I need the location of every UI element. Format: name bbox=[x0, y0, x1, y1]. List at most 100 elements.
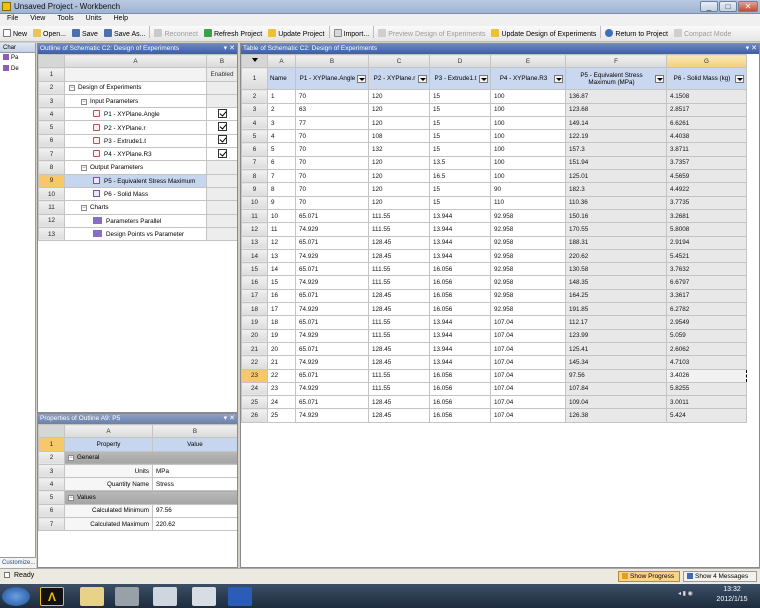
doe-cell[interactable]: 70 bbox=[295, 89, 369, 104]
doe-cell[interactable]: 16 bbox=[267, 288, 296, 304]
doe-cell[interactable]: 170.55 bbox=[565, 222, 667, 237]
outline-row[interactable]: 2− Design of Experiments bbox=[38, 80, 237, 95]
preview-doe-button[interactable]: Preview Design of Experiments bbox=[375, 28, 488, 42]
doe-cell[interactable]: 70 bbox=[295, 142, 369, 157]
doe-cell[interactable]: 74.929 bbox=[295, 248, 369, 264]
doe-cell[interactable]: 132 bbox=[368, 142, 430, 157]
filter-dropdown-icon[interactable] bbox=[418, 74, 427, 83]
collapse-toggle-icon[interactable]: − bbox=[68, 495, 74, 502]
design-point-row[interactable]: 23 22 65.071 111.55 16.056 107.04 97.56 3.4026 bbox=[241, 368, 747, 383]
property-row[interactable]: 5− Values bbox=[38, 490, 237, 505]
design-point-row[interactable]: 15 14 65.071 111.55 16.056 92.958 130.58 3.7632 bbox=[241, 262, 747, 277]
doe-cell[interactable]: 16.056 bbox=[429, 395, 491, 410]
doe-cell[interactable]: 13.5 bbox=[429, 155, 491, 171]
outline-label-cell[interactable]: Parameters Parallel bbox=[64, 213, 207, 228]
column-header-d[interactable]: D bbox=[429, 53, 491, 69]
param-header[interactable]: P5 - Equivalent Stress Maximum (MPa) bbox=[565, 67, 667, 91]
doe-cell[interactable]: 65.071 bbox=[295, 262, 369, 277]
doe-cell[interactable]: 100 bbox=[490, 115, 566, 131]
design-point-row[interactable]: 19 18 65.071 111.55 13.944 107.04 112.17 2.9549 bbox=[241, 315, 747, 330]
doe-cell[interactable]: 5.8255 bbox=[666, 381, 747, 397]
outline-label-cell[interactable]: − Output Parameters bbox=[64, 160, 207, 175]
property-header[interactable]: Property bbox=[64, 437, 153, 452]
doe-cell[interactable]: 120 bbox=[368, 89, 430, 104]
doe-cell[interactable]: 13 bbox=[267, 248, 296, 264]
doe-cell[interactable]: 125.41 bbox=[565, 341, 667, 357]
doe-cell[interactable]: 8 bbox=[267, 182, 296, 197]
doe-cell[interactable]: 92.958 bbox=[490, 262, 566, 277]
open-button[interactable]: Open... bbox=[30, 28, 69, 42]
doe-cell[interactable]: 25 bbox=[267, 408, 296, 423]
doe-cell[interactable]: 120 bbox=[368, 182, 430, 197]
doe-cell[interactable]: 16.056 bbox=[429, 408, 491, 423]
property-row[interactable]: 2− General bbox=[38, 450, 237, 465]
save-button[interactable]: Save bbox=[69, 28, 101, 42]
doe-cell[interactable]: 22 bbox=[267, 368, 296, 383]
explorer-taskbar-icon[interactable] bbox=[80, 587, 104, 606]
doe-cell[interactable]: 11 bbox=[267, 222, 296, 237]
design-point-row[interactable]: 14 13 74.929 128.45 13.944 92.958 220.62 5.4521 bbox=[241, 248, 747, 264]
enabled-checkbox[interactable] bbox=[217, 108, 227, 118]
doe-cell[interactable]: 164.25 bbox=[565, 288, 667, 304]
doe-cell[interactable]: 145.34 bbox=[565, 355, 667, 370]
doe-cell[interactable]: 70 bbox=[295, 129, 369, 144]
doe-cell[interactable]: 2.9549 bbox=[666, 315, 747, 330]
doe-cell[interactable]: 92.958 bbox=[490, 275, 566, 290]
design-point-row[interactable]: 13 12 65.071 128.45 13.944 92.958 188.31 2.9194 bbox=[241, 235, 747, 250]
collapse-toggle-icon[interactable]: − bbox=[81, 204, 87, 211]
doe-cell[interactable]: 3.3617 bbox=[666, 288, 747, 304]
doe-cell[interactable]: 107.04 bbox=[490, 328, 566, 343]
doe-cell[interactable]: 100 bbox=[490, 142, 566, 157]
import-button[interactable]: Import... bbox=[331, 28, 373, 42]
filter-dropdown-icon[interactable] bbox=[479, 74, 488, 83]
doe-cell[interactable]: 123.99 bbox=[565, 328, 667, 343]
doe-cell[interactable]: 92.958 bbox=[490, 222, 566, 237]
doe-cell[interactable]: 6.6261 bbox=[666, 115, 747, 131]
enabled-checkbox[interactable] bbox=[217, 135, 227, 145]
column-header-g[interactable]: G bbox=[666, 53, 747, 69]
menu-help[interactable]: Help bbox=[107, 14, 133, 22]
doe-cell[interactable]: 3.7735 bbox=[666, 195, 747, 210]
app-taskbar-icon[interactable] bbox=[115, 587, 139, 606]
doe-cell[interactable]: 107.04 bbox=[490, 368, 566, 383]
design-point-row[interactable]: 17 16 65.071 128.45 16.056 92.958 164.25 3.3617 bbox=[241, 288, 747, 304]
outline-row[interactable]: 8− Output Parameters bbox=[38, 160, 237, 175]
doe-cell[interactable]: 4.7103 bbox=[666, 355, 747, 370]
design-point-row[interactable]: 24 23 74.929 111.55 16.056 107.04 107.84 5.8255 bbox=[241, 381, 747, 397]
doe-cell[interactable]: 2.9194 bbox=[666, 235, 747, 250]
update-doe-button[interactable]: Update Design of Experiments bbox=[488, 28, 599, 42]
design-point-row[interactable]: 8 7 70 120 16.5 100 125.01 4.5659 bbox=[241, 169, 747, 184]
ansys-taskbar-icon[interactable]: Λ bbox=[40, 587, 64, 606]
design-point-row[interactable]: 11 10 65.071 111.55 13.944 92.958 150.16 3.2681 bbox=[241, 208, 747, 224]
new-button[interactable]: New bbox=[0, 28, 30, 42]
outline-label-cell[interactable]: P5 - Equivalent Stress Maximum bbox=[64, 173, 207, 188]
doe-cell[interactable]: 4.1508 bbox=[666, 89, 747, 104]
doe-cell[interactable]: 70 bbox=[295, 169, 369, 184]
document-taskbar-icon[interactable] bbox=[153, 587, 177, 606]
design-point-row[interactable]: 10 9 70 120 15 110 110.36 3.7735 bbox=[241, 195, 747, 210]
doe-cell[interactable]: 16.5 bbox=[429, 169, 491, 184]
doe-cell[interactable]: 13.944 bbox=[429, 248, 491, 264]
doe-cell[interactable]: 191.85 bbox=[565, 302, 667, 317]
doe-cell[interactable]: 63 bbox=[295, 102, 369, 117]
doe-cell[interactable]: 15 bbox=[429, 102, 491, 117]
doe-cell[interactable]: 107.04 bbox=[490, 408, 566, 423]
tray-icons[interactable]: ◂ ▮ ◉ bbox=[678, 590, 708, 600]
doe-cell[interactable]: 24 bbox=[267, 395, 296, 410]
doe-cell[interactable]: 111.55 bbox=[368, 315, 430, 330]
update-project-button[interactable]: Update Project bbox=[265, 28, 327, 42]
doe-cell[interactable]: 92.958 bbox=[490, 248, 566, 264]
doe-cell[interactable]: 120 bbox=[368, 169, 430, 184]
refresh-project-button[interactable]: Refresh Project bbox=[201, 28, 265, 42]
collapse-toggle-icon[interactable]: − bbox=[81, 98, 87, 105]
outline-row[interactable]: 11− Charts bbox=[38, 200, 237, 215]
doe-cell[interactable]: 182.3 bbox=[565, 182, 667, 197]
column-header-a[interactable]: A bbox=[267, 53, 296, 69]
show-messages-button[interactable]: Show 4 Messages bbox=[683, 571, 757, 582]
outline-row[interactable]: 12 Parameters Parallel bbox=[38, 213, 237, 228]
doe-cell[interactable]: 90 bbox=[490, 182, 566, 197]
doe-cell[interactable]: 74.929 bbox=[295, 275, 369, 290]
doe-cell[interactable]: 74.929 bbox=[295, 355, 369, 370]
outline-label-cell[interactable]: − Charts bbox=[64, 200, 207, 215]
doe-cell[interactable]: 65.071 bbox=[295, 368, 369, 383]
